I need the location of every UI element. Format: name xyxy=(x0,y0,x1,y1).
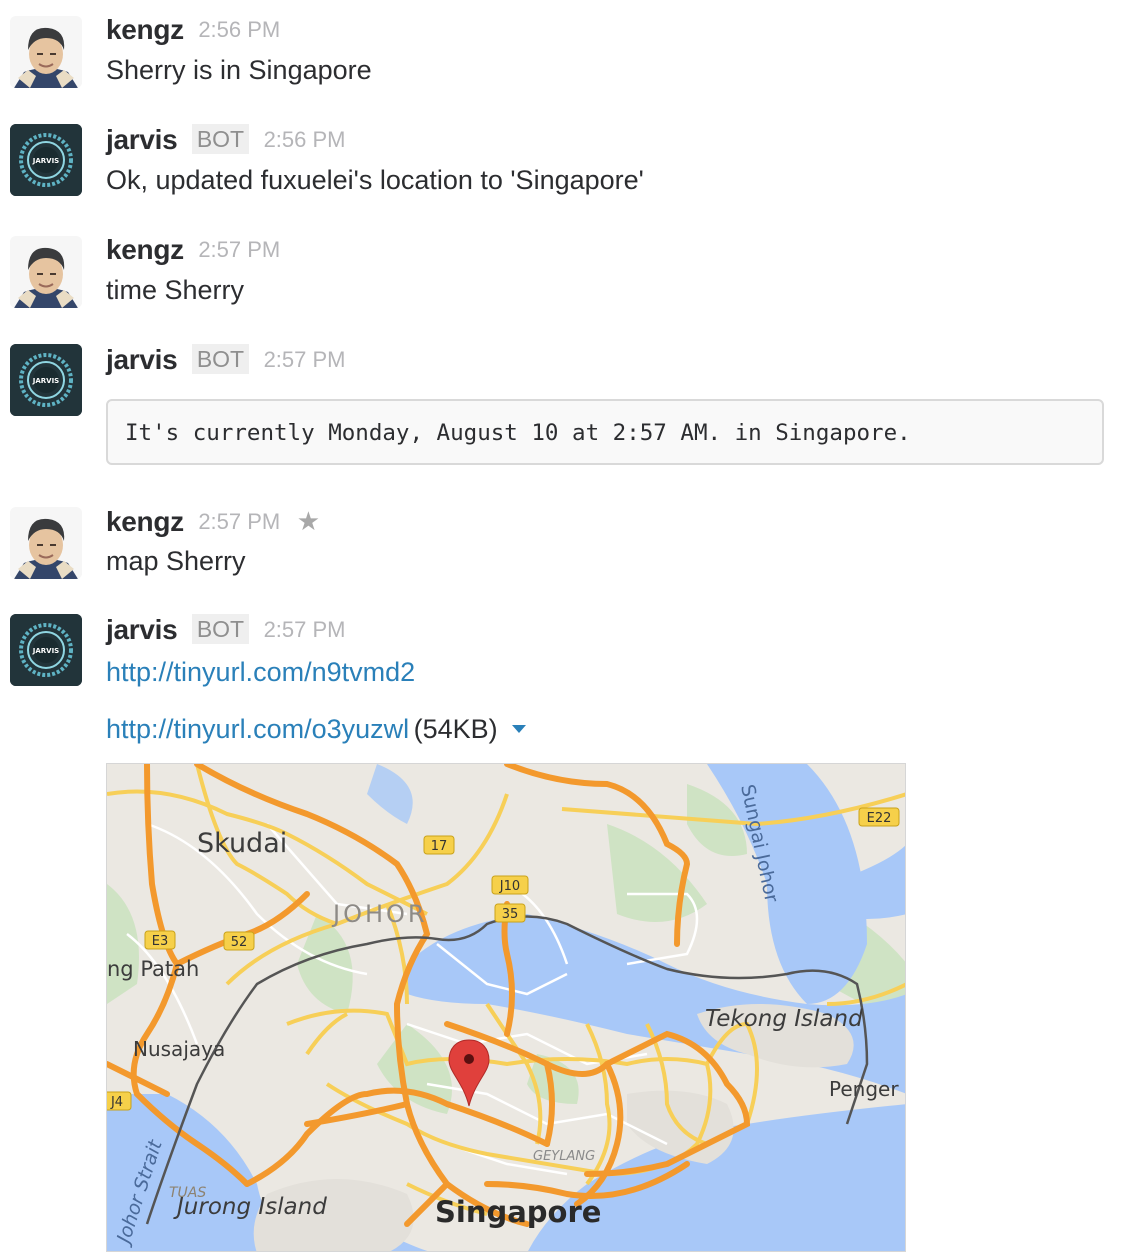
timestamp[interactable]: 2:57 PM xyxy=(264,617,346,642)
bot-badge: BOT xyxy=(191,124,250,154)
message-text: time Sherry xyxy=(106,275,245,305)
avatar-kengz[interactable] xyxy=(10,507,82,579)
avatar-jarvis[interactable]: JARVIS xyxy=(10,124,82,196)
svg-text:JARVIS: JARVIS xyxy=(32,377,59,385)
message-text: Ok, updated fuxuelei's location to 'Sing… xyxy=(106,165,644,195)
map-label-gelang-patah: ng Patah xyxy=(107,957,199,981)
code-block: It's currently Monday, August 10 at 2:57… xyxy=(106,399,1104,465)
map-label-geylang: GEYLANG xyxy=(533,1149,595,1164)
svg-text:JARVIS: JARVIS xyxy=(32,647,59,655)
shield-e22: E22 xyxy=(858,807,900,827)
sender-name[interactable]: kengz xyxy=(106,14,184,45)
svg-text:17: 17 xyxy=(431,839,448,854)
attachment-size: (54KB) xyxy=(413,714,498,744)
shield-j4: J4 xyxy=(107,1091,132,1111)
map-label-singapore: Singapore xyxy=(435,1195,601,1229)
sender-name[interactable]: jarvis xyxy=(106,344,178,375)
svg-text:JARVIS: JARVIS xyxy=(32,157,59,165)
map-label-tekong-island: Tekong Island xyxy=(705,1006,863,1032)
attachment-link[interactable]: http://tinyurl.com/o3yuzwl xyxy=(106,714,409,744)
sender-name[interactable]: kengz xyxy=(106,506,184,537)
timestamp[interactable]: 2:57 PM xyxy=(264,347,346,372)
map-label-pengerang: Penger xyxy=(829,1077,899,1101)
map-label-skudai: Skudai xyxy=(197,828,287,859)
avatar-kengz[interactable] xyxy=(10,16,82,88)
map-label-johor: JOHOR xyxy=(331,900,428,928)
timestamp[interactable]: 2:56 PM xyxy=(264,127,346,152)
avatar-kengz[interactable] xyxy=(10,236,82,308)
svg-text:35: 35 xyxy=(502,907,519,922)
sender-name[interactable]: jarvis xyxy=(106,124,178,155)
sender-name[interactable]: jarvis xyxy=(106,614,178,645)
avatar-jarvis[interactable]: JARVIS xyxy=(10,344,82,416)
avatar-jarvis[interactable]: JARVIS xyxy=(10,614,82,686)
svg-text:J4: J4 xyxy=(110,1095,123,1110)
svg-text:J10: J10 xyxy=(499,879,520,894)
shield-e3: E3 xyxy=(144,930,176,950)
sender-name[interactable]: kengz xyxy=(106,234,184,265)
svg-text:E22: E22 xyxy=(867,811,892,826)
svg-text:52: 52 xyxy=(231,935,248,950)
caret-down-icon[interactable] xyxy=(512,725,527,733)
star-icon[interactable]: ★ xyxy=(297,505,320,537)
timestamp[interactable]: 2:57 PM xyxy=(198,237,280,262)
map-label-tuas: TUAS xyxy=(169,1185,206,1201)
message-text: Sherry is in Singapore xyxy=(106,55,372,85)
map-label-nusajaya: Nusajaya xyxy=(133,1037,225,1061)
timestamp[interactable]: 2:57 PM xyxy=(198,509,280,534)
shield-17: 17 xyxy=(423,835,455,855)
timestamp[interactable]: 2:56 PM xyxy=(198,17,280,42)
svg-text:E3: E3 xyxy=(152,934,169,949)
shield-52: 52 xyxy=(223,931,255,951)
shield-35: 35 xyxy=(494,903,526,923)
message-link[interactable]: http://tinyurl.com/n9tvmd2 xyxy=(106,657,415,687)
bot-badge: BOT xyxy=(191,614,250,644)
shield-j10: J10 xyxy=(491,875,529,895)
map-image[interactable]: Skudai JOHOR ng Patah Nusajaya Jurong Is… xyxy=(106,763,906,1252)
message-text: map Sherry xyxy=(106,546,246,576)
bot-badge: BOT xyxy=(191,344,250,374)
